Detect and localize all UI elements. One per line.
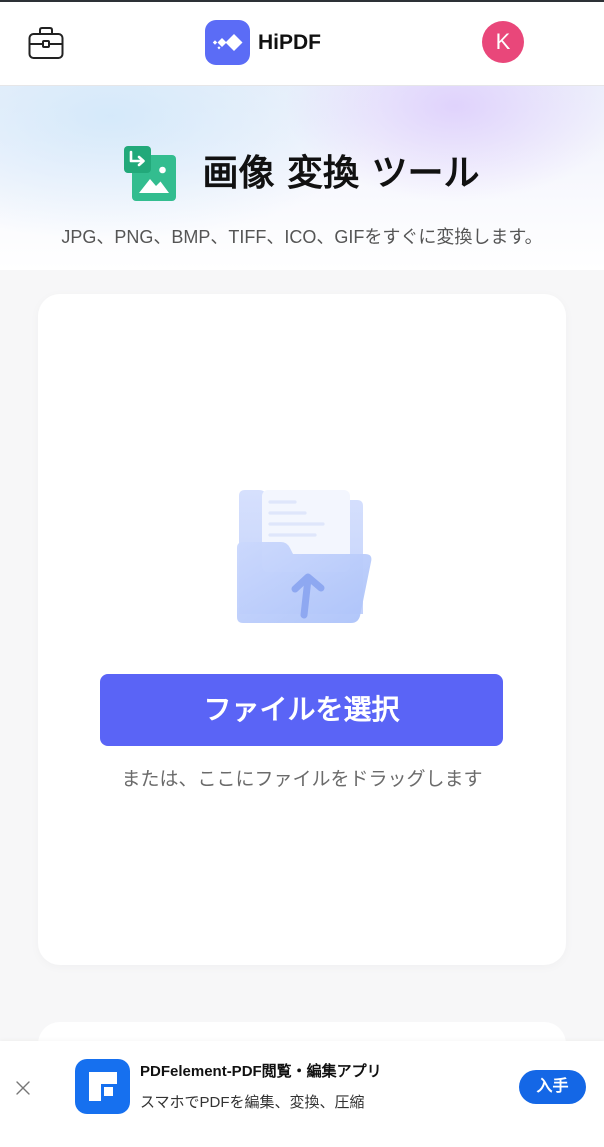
top-header: HiPDF K	[0, 2, 604, 86]
app-install-banner: PDFelement-PDF閲覧・編集アプリ スマホでPDFを編集、変換、圧縮 …	[0, 1041, 604, 1147]
drag-drop-hint: または、ここにファイルをドラッグします	[121, 769, 483, 790]
brand-home-link[interactable]: HiPDF	[205, 20, 321, 65]
user-avatar[interactable]: K	[482, 21, 524, 63]
hero-section: 画像 変換 ツール JPG、PNG、BMP、TIFF、ICO、GIFをすぐに変換…	[0, 86, 604, 270]
image-convert-icon	[124, 146, 177, 201]
close-icon[interactable]	[15, 1080, 31, 1096]
pdfelement-app-icon	[75, 1059, 130, 1114]
folder-upload-icon	[233, 488, 373, 624]
brand-name: HiPDF	[258, 31, 321, 54]
app-subtitle: スマホでPDFを編集、変換、圧縮	[140, 1094, 365, 1111]
file-drop-zone[interactable]: ファイルを選択 または、ここにファイルをドラッグします	[38, 294, 566, 965]
choose-file-button[interactable]: ファイルを選択	[100, 674, 503, 746]
page: HiPDF K 画像 変換 ツール JPG、PNG、BMP、TIFF、ICO、G…	[0, 0, 604, 1147]
app-title: PDFelement-PDF閲覧・編集アプリ	[140, 1063, 382, 1080]
page-subtitle: JPG、PNG、BMP、TIFF、ICO、GIFをすぐに変換します。	[61, 227, 543, 247]
hipdf-logo-icon	[205, 20, 250, 65]
page-title: 画像 変換 ツール	[202, 153, 480, 194]
hero-title-row: 画像 変換 ツール	[0, 146, 604, 201]
get-app-button[interactable]: 入手	[519, 1070, 586, 1104]
briefcase-icon[interactable]	[28, 26, 64, 60]
